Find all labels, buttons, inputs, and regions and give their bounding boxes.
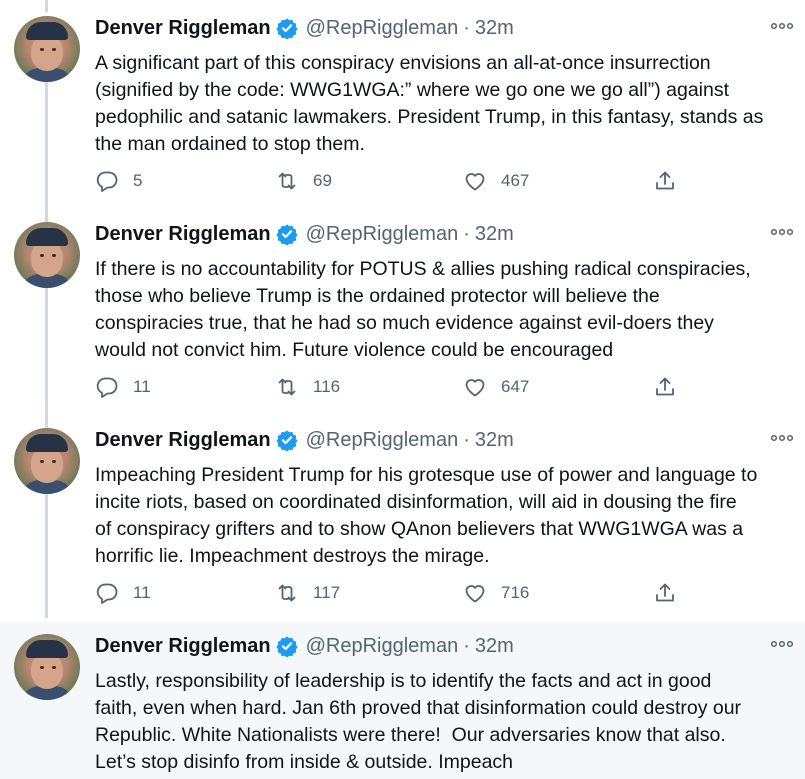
like-button[interactable]: 716	[463, 578, 529, 608]
author-name[interactable]: Denver Riggleman	[95, 17, 271, 40]
tweet-text: If there is no accountability for POTUS …	[95, 258, 751, 361]
share-button[interactable]	[653, 372, 677, 402]
retweet-icon	[278, 378, 296, 396]
more-horizontal-icon[interactable]	[770, 18, 794, 36]
heart-icon	[465, 379, 485, 397]
tweet[interactable]: Denver Riggleman @RepRiggleman · 32m Las…	[0, 622, 805, 779]
heart-icon	[465, 585, 485, 603]
reply-count: 11	[133, 583, 151, 602]
reply-icon	[96, 583, 118, 604]
avatar[interactable]	[14, 428, 80, 494]
share-button[interactable]	[653, 166, 677, 196]
reply-button[interactable]: 11	[95, 372, 151, 402]
more-horizontal-icon[interactable]	[770, 636, 794, 654]
like-count: 716	[501, 583, 530, 602]
like-count: 467	[501, 171, 530, 190]
retweet-button[interactable]: 69	[275, 166, 332, 196]
retweet-icon	[278, 584, 296, 602]
avatar[interactable]	[14, 16, 80, 82]
retweet-count: 117	[313, 583, 341, 602]
verified-badge-icon	[275, 224, 298, 245]
tweet-text: A significant part of this conspiracy en…	[95, 52, 764, 155]
tweet[interactable]: Denver Riggleman @RepRiggleman · 32m If …	[0, 210, 805, 416]
separator: ·	[463, 222, 470, 245]
tweet[interactable]: Denver Riggleman @RepRiggleman · 32m A s…	[0, 4, 805, 210]
share-button[interactable]	[653, 578, 677, 608]
author-name[interactable]: Denver Riggleman	[95, 223, 271, 246]
reply-button[interactable]: 5	[95, 166, 142, 196]
tweet-text: Lastly, responsibility of leadership is …	[95, 670, 742, 773]
separator: ·	[463, 634, 470, 657]
tweet[interactable]: Denver Riggleman @RepRiggleman · 32m Imp…	[0, 416, 805, 622]
tweet-text: Impeaching President Trump for his grote…	[95, 464, 758, 567]
tweet-header: Denver Riggleman @RepRiggleman · 32m	[95, 222, 514, 246]
separator: ·	[463, 428, 470, 451]
author-handle[interactable]: @RepRiggleman	[306, 17, 459, 40]
author-handle[interactable]: @RepRiggleman	[306, 635, 459, 658]
timestamp[interactable]: 32m	[475, 635, 514, 658]
share-icon	[656, 171, 674, 190]
retweet-button[interactable]: 117	[275, 578, 340, 608]
verified-badge-icon	[275, 18, 298, 39]
tweet-header: Denver Riggleman @RepRiggleman · 32m	[95, 428, 514, 452]
author-name[interactable]: Denver Riggleman	[95, 429, 271, 452]
like-button[interactable]: 647	[463, 372, 529, 402]
verified-badge-icon	[275, 636, 298, 657]
like-button[interactable]: 467	[463, 166, 529, 196]
share-icon	[656, 377, 674, 396]
retweet-count: 69	[313, 171, 332, 190]
tweet-header: Denver Riggleman @RepRiggleman · 32m	[95, 16, 514, 40]
more-horizontal-icon[interactable]	[770, 224, 794, 242]
more-horizontal-icon[interactable]	[770, 430, 794, 448]
timestamp[interactable]: 32m	[475, 223, 514, 246]
avatar[interactable]	[14, 634, 80, 700]
verified-badge-icon	[275, 430, 298, 451]
reply-count: 11	[133, 377, 151, 396]
tweet-header: Denver Riggleman @RepRiggleman · 32m	[95, 634, 514, 658]
tweet-actions: 11 117 716	[95, 578, 695, 608]
retweet-count: 116	[313, 377, 341, 396]
reply-button[interactable]: 11	[95, 578, 151, 608]
timestamp[interactable]: 32m	[475, 429, 514, 452]
separator: ·	[463, 16, 470, 39]
avatar[interactable]	[14, 222, 80, 288]
share-icon	[656, 583, 674, 602]
reply-icon	[96, 171, 118, 192]
retweet-button[interactable]: 116	[275, 372, 340, 402]
tweet-actions: 11 116 647	[95, 372, 695, 402]
author-name[interactable]: Denver Riggleman	[95, 635, 271, 658]
reply-count: 5	[133, 171, 143, 190]
tweet-actions: 5 69 467	[95, 166, 695, 196]
timestamp[interactable]: 32m	[475, 17, 514, 40]
author-handle[interactable]: @RepRiggleman	[306, 223, 459, 246]
author-handle[interactable]: @RepRiggleman	[306, 429, 459, 452]
like-count: 647	[501, 377, 530, 396]
heart-icon	[465, 173, 485, 191]
retweet-icon	[278, 172, 296, 190]
reply-icon	[96, 377, 118, 398]
